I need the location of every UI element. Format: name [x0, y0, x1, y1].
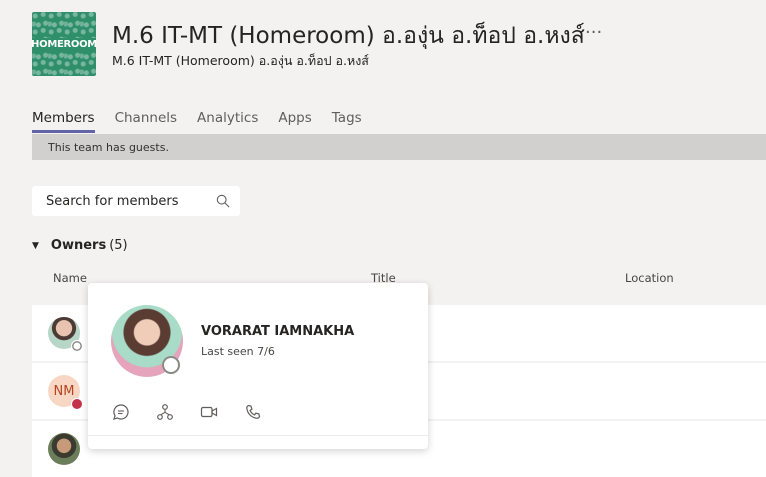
status-busy-icon	[71, 398, 83, 410]
tab-channels[interactable]: Channels	[115, 110, 177, 133]
team-logo: HOMEROOM	[32, 12, 96, 76]
avatar-initials: NM	[53, 383, 75, 399]
profile-last-seen: Last seen 7/6	[201, 345, 275, 358]
column-header-name[interactable]: Name	[53, 271, 87, 285]
status-offline-icon	[71, 340, 83, 352]
owners-section-header: ▼ Owners (5)	[32, 238, 128, 253]
tab-members[interactable]: Members	[32, 110, 95, 133]
avatar[interactable]	[48, 317, 83, 352]
search-icon[interactable]	[216, 194, 230, 208]
avatar[interactable]	[48, 433, 80, 465]
guest-notice-bar: This team has guests.	[32, 134, 766, 160]
team-title: M.6 IT-MT (Homeroom) อ.องุ่น อ.ท็อป อ.หง…	[112, 23, 585, 49]
card-divider	[88, 435, 428, 436]
owners-count: (5)	[109, 238, 128, 253]
org-chart-icon[interactable]	[154, 401, 176, 423]
column-header-location[interactable]: Location	[625, 271, 674, 285]
logo-text: HOMEROOM	[32, 37, 96, 51]
owners-label: Owners	[50, 238, 107, 253]
profile-card: VORARAT IAMNAKHA Last seen 7/6	[88, 283, 428, 449]
avatar[interactable]: NM	[48, 375, 83, 410]
guest-notice-text: This team has guests.	[48, 140, 169, 154]
profile-actions	[110, 401, 286, 423]
phone-icon[interactable]	[242, 401, 264, 423]
status-offline-icon	[162, 356, 180, 374]
more-options-button[interactable]: ···	[585, 22, 602, 43]
search-input[interactable]	[44, 192, 208, 210]
tab-bar: Members Channels Analytics Apps Tags	[32, 110, 382, 133]
profile-name[interactable]: VORARAT IAMNAKHA	[201, 324, 354, 339]
collapse-caret-icon[interactable]: ▼	[32, 241, 39, 251]
tab-apps[interactable]: Apps	[278, 110, 311, 133]
member-search-box	[32, 186, 240, 216]
chat-icon[interactable]	[110, 401, 132, 423]
team-subtitle: M.6 IT-MT (Homeroom) อ.องุ่น อ.ท็อป อ.หง…	[112, 53, 369, 68]
tab-tags[interactable]: Tags	[332, 110, 362, 133]
tab-analytics[interactable]: Analytics	[197, 110, 258, 133]
video-call-icon[interactable]	[198, 401, 220, 423]
